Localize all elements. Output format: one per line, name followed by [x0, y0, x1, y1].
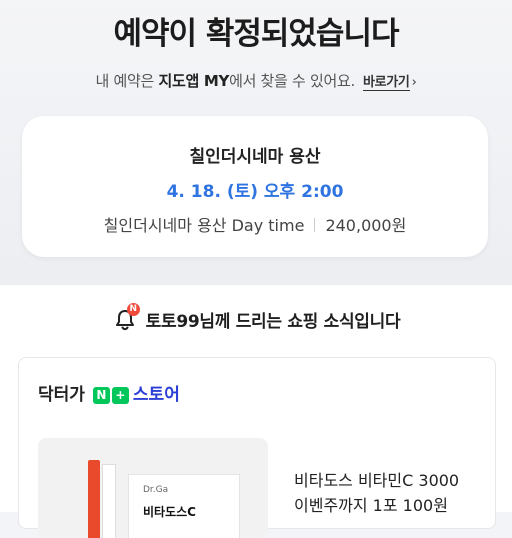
naver-n-icon: N [92, 387, 110, 404]
sachet-red [88, 460, 100, 538]
price: 240,000원 [325, 216, 407, 235]
reservation-location-hint: 내 예약은 지도앱 MY에서 찾을 수 있어요. 바로가기 › [0, 70, 512, 91]
product-thumbnail[interactable]: Dr.Ga 비타도스C [38, 438, 268, 538]
venue-name: 칠인더시네마 용산 [189, 147, 321, 167]
shopping-notice: N 토토99님께 드리는 쇼핑 소식입니다 [0, 303, 512, 332]
product-name: 칠인더시네마 용산 Day time [103, 216, 305, 235]
store-title[interactable]: 닥터가 N + 스토어 [38, 380, 180, 405]
shopping-section: N 토토99님께 드리는 쇼핑 소식입니다 닥터가 N + 스토어 Dr.Ga 비타도… [0, 285, 512, 538]
bell-icon: N [112, 303, 140, 332]
notice-text: 토토99님께 드리는 쇼핑 소식입니다 [145, 312, 401, 332]
new-badge: N [126, 303, 140, 316]
store-card[interactable]: 닥터가 N + 스토어 Dr.Ga 비타도스C 비타도스 비타민C 3000 이벤주까… [18, 357, 496, 538]
product-box: Dr.Ga 비타도스C [128, 474, 240, 538]
product-line-1: 비타도스 비타민C 3000 [294, 471, 460, 490]
store-name: 닥터가 [38, 385, 85, 405]
product-title[interactable]: 비타도스 비타민C 3000 이벤주까지 1포 100원 [294, 468, 484, 518]
divider [314, 218, 316, 232]
reservation-detail: 칠인더시네마 용산 Day time 240,000원 [22, 212, 488, 236]
product-line-2: 이벤주까지 1포 100원 [294, 496, 448, 515]
store-label: 스토어 [132, 385, 180, 405]
chevron-right-icon[interactable]: › [412, 75, 417, 90]
reservation-datetime: 4. 18. (토) 오후 2:00 [166, 182, 344, 202]
reservation-card[interactable]: 칠인더시네마 용산 4. 18. (토) 오후 2:00 칠인더시네마 용산 D… [22, 116, 488, 257]
sachet-white [102, 464, 116, 538]
naver-plus-icon: + [111, 387, 129, 404]
hint-app-name: 지도앱 MY [158, 72, 230, 90]
hint-prefix: 내 예약은 [95, 72, 159, 90]
shortcut-link[interactable]: 바로가기 [362, 75, 410, 91]
confirmation-section: 예약이 확정되었습니다 내 예약은 지도앱 MY에서 찾을 수 있어요. 바로가기… [0, 0, 512, 285]
page-title: 예약이 확정되었습니다 [113, 16, 400, 52]
hint-suffix: 에서 찾을 수 있어요. [229, 72, 355, 90]
thumb-brand: Dr.Ga [143, 485, 169, 495]
